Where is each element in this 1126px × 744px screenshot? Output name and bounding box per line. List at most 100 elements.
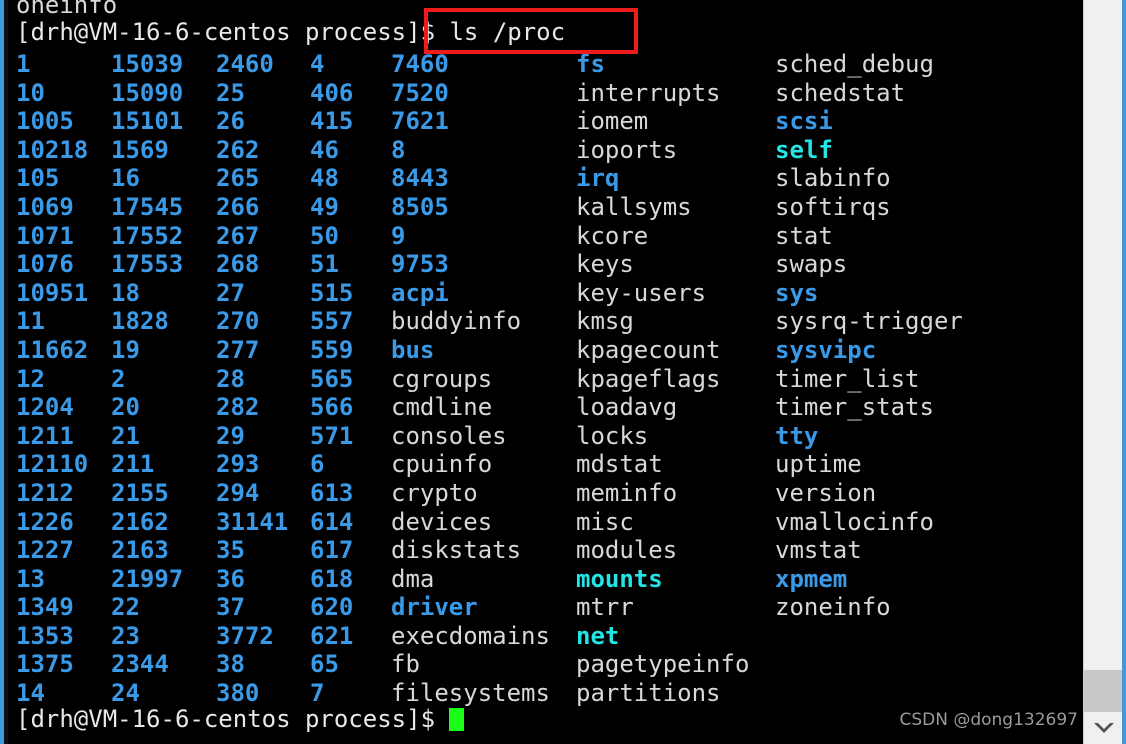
ls-entry: 10951 <box>16 278 89 307</box>
ls-entry: 21997 <box>111 564 184 593</box>
ls-entry: 557 <box>310 307 354 336</box>
ls-entry: 617 <box>310 536 354 565</box>
ls-entry: 267 <box>216 221 260 250</box>
ls-entry: 211 <box>111 450 155 479</box>
shell-prompt-line: [drh@VM-16-6-centos process]$ ls /proc <box>16 18 565 47</box>
ls-entry: 2 <box>111 364 126 393</box>
ls-output-row: 10 15090 25 406 7520 interrupts schedstat <box>16 79 1083 108</box>
typed-command: ls /proc <box>449 18 566 46</box>
ls-entry: 2344 <box>111 650 169 679</box>
ls-entry: 282 <box>216 393 260 422</box>
ls-entry: 17553 <box>111 250 184 279</box>
ls-entry: 266 <box>216 192 260 221</box>
ls-entry: 268 <box>216 250 260 279</box>
ls-entry: 46 <box>310 135 339 164</box>
ls-entry: sched_debug <box>775 50 934 78</box>
vertical-scrollbar[interactable] <box>1083 0 1123 744</box>
ls-entry: sysvipc <box>775 335 877 364</box>
ls-entry: consoles <box>391 421 507 450</box>
ls-entry: fb <box>391 650 420 679</box>
ls-entry: 1226 <box>16 507 74 536</box>
ls-entry: locks <box>576 421 649 450</box>
ls-output-row: 1071 17552 267 50 9 kcore stat <box>16 222 1083 251</box>
ls-output-row: 10951 18 27 515 acpi key-users sys <box>16 279 1083 308</box>
ls-entry: 270 <box>216 307 260 336</box>
ls-entry: 8505 <box>391 192 449 221</box>
ls-entry: 4 <box>310 50 325 78</box>
ls-entry: 26 <box>216 107 245 136</box>
ls-entry: irq <box>576 164 620 193</box>
ls-entry: uptime <box>775 450 862 479</box>
ls-entry: 265 <box>216 164 260 193</box>
ls-entry: 1212 <box>16 478 74 507</box>
ls-entry: 17552 <box>111 221 184 250</box>
ls-output-row: 1069 17545 266 49 8505 kallsyms softirqs <box>16 193 1083 222</box>
ls-entry: 1375 <box>16 650 74 679</box>
ls-entry: interrupts <box>576 78 721 107</box>
ls-entry: 50 <box>310 221 339 250</box>
ls-entry: 10 <box>16 78 45 107</box>
ls-entry: 13 <box>16 564 45 593</box>
ls-entry: pagetypeinfo <box>576 650 750 679</box>
ls-entry: 515 <box>310 278 354 307</box>
ls-entry: 28 <box>216 364 245 393</box>
scrollbar-thumb[interactable] <box>1084 670 1123 712</box>
ls-entry: tty <box>775 421 819 450</box>
ls-entry: kallsyms <box>576 192 692 221</box>
terminal-output-area[interactable]: oneinfo [drh@VM-16-6-centos process]$ ls… <box>8 0 1083 744</box>
ls-output-row: 1349 22 37 620 driver mtrr zoneinfo <box>16 593 1083 622</box>
ls-entry: vmstat <box>775 536 862 565</box>
ls-entry: 9 <box>391 221 406 250</box>
ls-entry: keys <box>576 250 634 279</box>
ls-entry: 35 <box>216 536 245 565</box>
ls-entry: modules <box>576 536 678 565</box>
ls-entry: kcore <box>576 221 649 250</box>
terminal-window: oneinfo [drh@VM-16-6-centos process]$ ls… <box>0 0 1126 744</box>
ls-entry: 15039 <box>111 50 184 78</box>
ls-entry: 559 <box>310 335 354 364</box>
ls-entry: 7460 <box>391 50 449 78</box>
text-cursor <box>449 708 465 731</box>
ls-entry: 1071 <box>16 221 74 250</box>
ls-output-row: 11662 19 277 559 bus kpagecount sysvipc <box>16 336 1083 365</box>
ls-entry: 2162 <box>111 507 169 536</box>
ls-entry: mounts <box>576 564 663 593</box>
ls-entry: 15101 <box>111 107 184 136</box>
ls-entry: 1353 <box>16 621 74 650</box>
ls-entry: 565 <box>310 364 354 393</box>
ls-entry: cgroups <box>391 364 493 393</box>
ls-entry: 406 <box>310 78 354 107</box>
ls-entry: 8443 <box>391 164 449 193</box>
ls-entry: 19 <box>111 335 140 364</box>
ls-entry: 2163 <box>111 536 169 565</box>
ls-entry: mdstat <box>576 450 663 479</box>
ls-output-row: 105 16 265 48 8443 irq slabinfo <box>16 164 1083 193</box>
ls-entry: 3772 <box>216 621 274 650</box>
ls-entry: 613 <box>310 478 354 507</box>
ls-entry: 48 <box>310 164 339 193</box>
ls-entry: sys <box>775 278 819 307</box>
ls-entry: 10218 <box>16 135 89 164</box>
ls-entry: 17545 <box>111 192 184 221</box>
shell-prompt-text-bottom: [drh@VM-16-6-centos process]$ <box>16 705 450 733</box>
ls-entry: driver <box>391 593 478 622</box>
ls-output-row: 1 15039 2460 4 7460 fs sched_debug <box>16 50 1083 79</box>
ls-entry: 262 <box>216 135 260 164</box>
ls-entry: acpi <box>391 278 449 307</box>
ls-entry: loadavg <box>576 393 678 422</box>
ls-entry: 2155 <box>111 478 169 507</box>
ls-entry: 14 <box>16 679 45 708</box>
ls-entry: 1349 <box>16 593 74 622</box>
ls-entry: execdomains <box>391 621 550 650</box>
ls-entry: timer_stats <box>775 393 934 422</box>
ls-entry: 11 <box>16 307 45 336</box>
ls-entry: 12 <box>16 364 45 393</box>
ls-entry: diskstats <box>391 536 522 565</box>
ls-entry: swaps <box>775 250 848 279</box>
ls-entry: 11662 <box>16 335 89 364</box>
ls-entry: 618 <box>310 564 354 593</box>
ls-entry: kmsg <box>576 307 634 336</box>
ls-entry: 9753 <box>391 250 449 279</box>
scrollbar-down-button[interactable] <box>1084 712 1123 744</box>
ls-entry: cpuinfo <box>391 450 493 479</box>
